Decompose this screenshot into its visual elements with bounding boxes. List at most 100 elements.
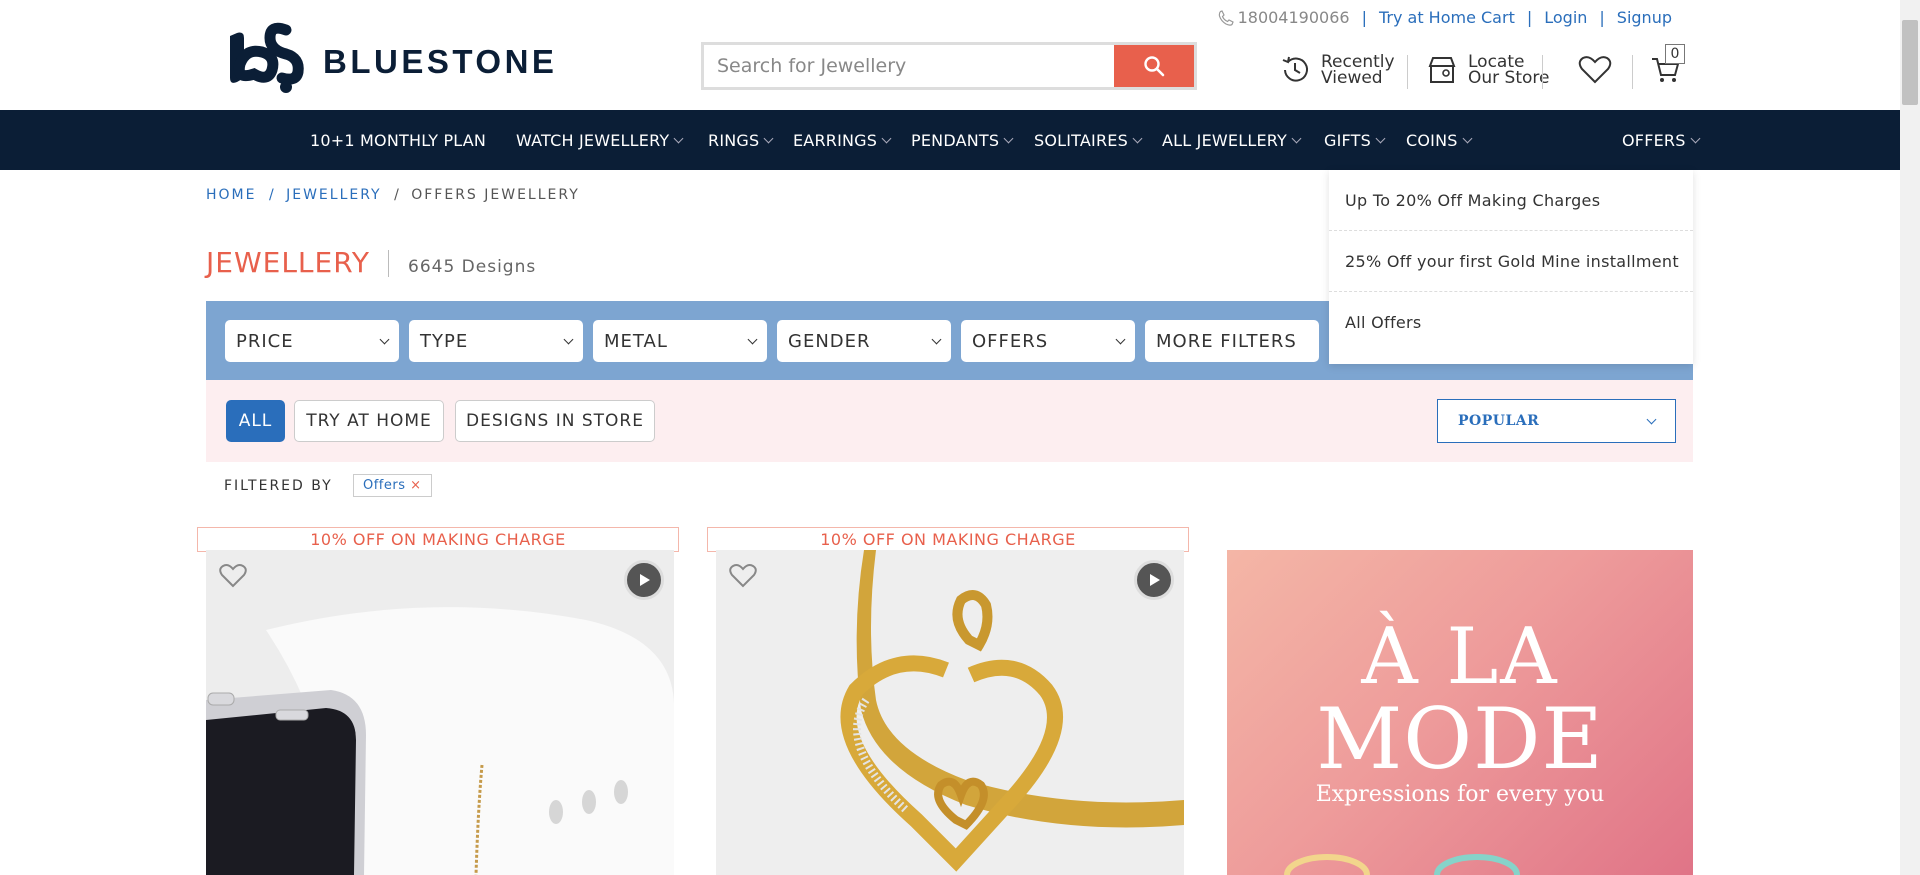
- login-link[interactable]: Login: [1544, 8, 1587, 27]
- nav-gifts[interactable]: GIFTS: [1324, 110, 1386, 170]
- nav-pendants[interactable]: PENDANTS: [911, 110, 1014, 170]
- play-video-icon[interactable]: [1134, 560, 1174, 600]
- promo-line1: À LA: [1361, 612, 1559, 702]
- offer-menu-item[interactable]: Up To 20% Off Making Charges: [1329, 170, 1693, 231]
- brand-wordmark[interactable]: BLUESTONE: [323, 43, 557, 81]
- chevron-down-icon: [1690, 133, 1701, 143]
- nav-watch-jewellery[interactable]: WATCH JEWELLERY: [516, 110, 684, 170]
- nav-monthly-plan[interactable]: 10+1 MONTHLY PLAN: [310, 110, 486, 170]
- breadcrumb-current: OFFERS JEWELLERY: [411, 187, 580, 203]
- chevron-down-icon: [1375, 133, 1386, 143]
- rings-decor-image: [1284, 854, 1520, 875]
- filter-label: METAL: [604, 330, 668, 352]
- nav-label: PENDANTS: [911, 130, 1000, 150]
- offer-ribbon: 10% OFF ON MAKING CHARGE: [197, 527, 679, 552]
- logo-badge[interactable]: [210, 0, 320, 128]
- page-scrollbar[interactable]: [1900, 0, 1920, 875]
- watch-strap-product-image: [206, 550, 674, 875]
- view-designs-in-store-button[interactable]: DESIGNS IN STORE: [455, 400, 655, 442]
- chevron-down-icon: [1003, 133, 1014, 143]
- play-video-icon[interactable]: [624, 560, 664, 600]
- nav-solitaires[interactable]: SOLITAIRES: [1034, 110, 1143, 170]
- nav-label: COINS: [1406, 130, 1458, 150]
- nav-label: GIFTS: [1324, 130, 1371, 150]
- chevron-down-icon: [1462, 133, 1473, 143]
- filter-more[interactable]: MORE FILTERS: [1145, 320, 1319, 362]
- nav-label: 10+1 MONTHLY PLAN: [310, 130, 487, 150]
- search-button[interactable]: [1114, 45, 1194, 87]
- nav-rings[interactable]: RINGS: [708, 110, 774, 170]
- promo-line2: MODE: [1316, 690, 1604, 788]
- design-count: 6645 Designs: [408, 257, 537, 277]
- header: BLUESTONE 18004190066 | Try at Home Cart…: [0, 0, 1900, 128]
- nav-label: WATCH JEWELLERY: [516, 130, 670, 150]
- product-card[interactable]: [206, 550, 674, 875]
- divider: |: [1599, 8, 1605, 27]
- offer-menu-item[interactable]: 25% Off your first Gold Mine installment: [1329, 231, 1693, 292]
- recently-viewed-button[interactable]: Recently Viewed: [1279, 50, 1395, 90]
- search-input[interactable]: [704, 45, 1114, 87]
- promo-banner[interactable]: À LA MODE Expressions for every you: [1227, 550, 1693, 875]
- search-icon: [1144, 56, 1165, 77]
- offer-menu-item[interactable]: All Offers: [1329, 292, 1693, 353]
- breadcrumb-home[interactable]: HOME: [206, 187, 256, 203]
- divider: [1542, 55, 1543, 89]
- nav-label: ALL JEWELLERY: [1162, 130, 1288, 150]
- filter-price[interactable]: PRICE: [225, 320, 399, 362]
- filter-offers[interactable]: OFFERS: [961, 320, 1135, 362]
- filter-metal[interactable]: METAL: [593, 320, 767, 362]
- remove-filter-icon[interactable]: ×: [410, 478, 421, 493]
- promo-tagline: Expressions for every you: [1315, 782, 1605, 807]
- divider: [1407, 55, 1408, 89]
- phone[interactable]: 18004190066: [1218, 8, 1350, 27]
- nav-coins[interactable]: COINS: [1406, 110, 1473, 170]
- chevron-down-icon: [881, 133, 892, 143]
- chevron-down-icon: [1646, 414, 1657, 424]
- breadcrumb-sep: /: [268, 187, 276, 203]
- bluestone-monogram-logo: [230, 22, 304, 93]
- locate-store-button[interactable]: Locate Our Store: [1426, 50, 1549, 90]
- offers-dropdown-menu: Up To 20% Off Making Charges 25% Off you…: [1329, 170, 1693, 364]
- filter-label: TYPE: [420, 330, 469, 352]
- top-links: 18004190066 | Try at Home Cart | Login |…: [1218, 8, 1672, 27]
- chevron-down-icon: [1115, 334, 1126, 344]
- wishlist-button[interactable]: [1578, 50, 1612, 90]
- filter-type[interactable]: TYPE: [409, 320, 583, 362]
- breadcrumb: HOME / JEWELLERY / OFFERS JEWELLERY: [206, 187, 580, 203]
- view-all-button[interactable]: ALL: [226, 400, 285, 442]
- sort-value: POPULAR: [1458, 413, 1540, 429]
- try-at-home-cart-link[interactable]: Try at Home Cart: [1379, 8, 1515, 27]
- scrollbar-thumb[interactable]: [1902, 20, 1918, 105]
- phone-number: 18004190066: [1237, 8, 1350, 27]
- divider: [388, 250, 389, 277]
- chevron-down-icon: [379, 334, 390, 344]
- chevron-down-icon: [1132, 133, 1143, 143]
- page-title: JEWELLERY: [206, 246, 370, 279]
- product-card[interactable]: [716, 550, 1184, 875]
- cart-count-badge: 0: [1665, 44, 1685, 64]
- wishlist-heart-icon[interactable]: [729, 563, 757, 593]
- wishlist-heart-icon[interactable]: [219, 563, 247, 593]
- signup-link[interactable]: Signup: [1617, 8, 1672, 27]
- sort-select[interactable]: POPULAR: [1437, 399, 1676, 443]
- offer-ribbon: 10% OFF ON MAKING CHARGE: [707, 527, 1189, 552]
- nav-offers[interactable]: OFFERS: [1622, 110, 1701, 170]
- breadcrumb-jewellery[interactable]: JEWELLERY: [286, 187, 382, 203]
- main-nav: 10+1 MONTHLY PLAN WATCH JEWELLERY RINGS …: [0, 110, 1900, 170]
- divider: [1632, 55, 1633, 89]
- chevron-down-icon: [1291, 133, 1302, 143]
- nav-label: OFFERS: [1622, 130, 1686, 150]
- heart-pendant-product-image: [716, 550, 1184, 875]
- nav-label: EARRINGS: [793, 130, 878, 150]
- nav-earrings[interactable]: EARRINGS: [793, 110, 892, 170]
- nav-all-jewellery[interactable]: ALL JEWELLERY: [1162, 110, 1302, 170]
- active-filter-chip[interactable]: Offers ×: [353, 474, 432, 497]
- chip-label: Offers: [363, 478, 406, 493]
- view-try-at-home-button[interactable]: TRY AT HOME: [294, 400, 444, 442]
- filter-label: PRICE: [236, 330, 294, 352]
- phone-icon: [1218, 9, 1234, 26]
- chevron-down-icon: [673, 133, 684, 143]
- filter-gender[interactable]: GENDER: [777, 320, 951, 362]
- divider: |: [1526, 8, 1533, 27]
- nav-label: RINGS: [708, 130, 760, 150]
